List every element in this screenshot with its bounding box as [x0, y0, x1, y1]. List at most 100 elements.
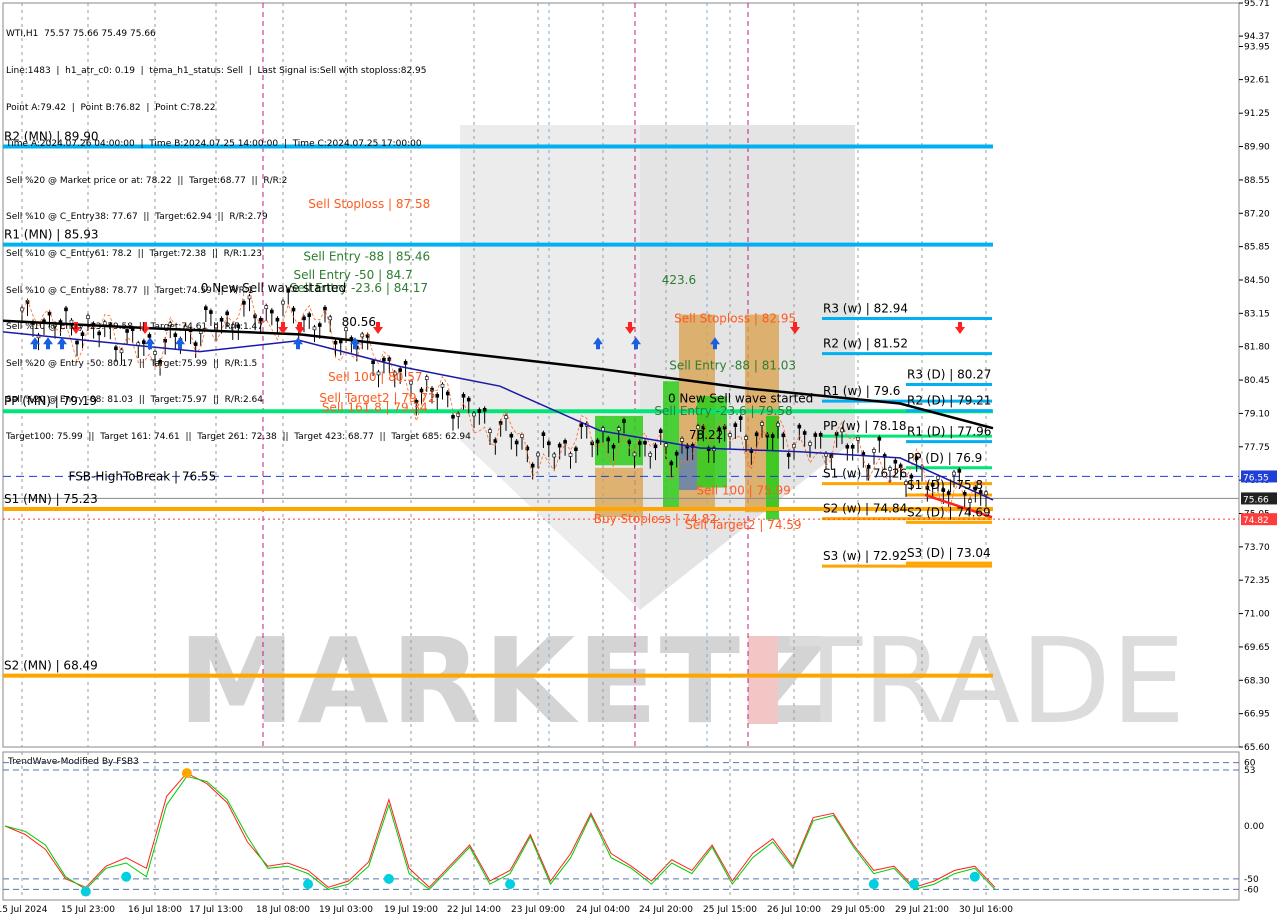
x-tick-label: 25 Jul 15:00 [703, 905, 757, 915]
candle-body [770, 434, 775, 438]
level-label: R2 (D) | 79.21 [907, 394, 991, 408]
x-tick-label: 29 Jul 21:00 [895, 905, 949, 915]
candle-body [574, 447, 578, 452]
x-tick-label: 26 Jul 10:00 [767, 905, 821, 915]
osc-signal-dot [383, 873, 394, 884]
y-tick-label: 81.80 [1244, 343, 1270, 353]
candle-body [616, 427, 621, 431]
candle-body [627, 440, 632, 445]
price-chart[interactable]: MARKETZTRADE R2 (MN) | 89.90 R1 (MN) | 85… [0, 0, 1280, 920]
candle-body [547, 441, 551, 446]
candle-body [424, 376, 429, 380]
y-tick-label: 91.25 [1244, 109, 1270, 119]
y-tick-label: 68.30 [1244, 676, 1270, 686]
y-tick-label: 87.20 [1244, 209, 1270, 219]
chart-annotation: Sell Entry -88 | 85.46 [303, 249, 430, 263]
candle-body [219, 318, 224, 322]
candle-body [333, 340, 338, 345]
osc-signal-dot [505, 879, 516, 890]
candle-body [850, 444, 855, 449]
candle-body [125, 329, 129, 333]
level-label: PP (w) | 78.18 [823, 419, 907, 433]
candle-body [236, 324, 241, 328]
candle-body [477, 409, 482, 413]
candle-body [142, 340, 146, 344]
y-tick-label: 84.50 [1244, 276, 1270, 286]
watermark-bar [748, 636, 778, 724]
osc-y-tick-label: -50 [1244, 875, 1259, 885]
candle-body [64, 307, 68, 312]
x-tick-label: 22 Jul 14:00 [447, 905, 501, 915]
level-label: PP (MN) | 79.19 [4, 394, 97, 408]
level-label: R1 (MN) | 85.93 [4, 228, 99, 242]
x-tick-label: 16 Jul 18:00 [128, 905, 182, 915]
y-tick-label: 93.95 [1244, 42, 1270, 52]
x-tick-label: 23 Jul 09:00 [511, 905, 565, 915]
candle-body [242, 301, 246, 305]
candle-body [658, 429, 663, 434]
candle-body [258, 317, 263, 322]
candle-body [281, 300, 285, 305]
candle-body [382, 357, 386, 362]
osc-signal-dot [121, 871, 132, 882]
y-tick-label: 73.70 [1244, 543, 1270, 553]
y-tick-label: 71.00 [1244, 610, 1270, 620]
level-label: S3 (D) | 73.04 [907, 546, 991, 560]
level-label: S1 (D) | 75.8 [907, 478, 983, 492]
candle-body [611, 444, 616, 449]
candle-body [984, 491, 988, 496]
candle-body [669, 461, 674, 466]
candle-body [728, 433, 732, 437]
candle-body [622, 419, 626, 423]
level-label: R1 (D) | 77.96 [907, 425, 991, 439]
chart-annotation: 423.6 [662, 273, 696, 287]
price-badges: 76.55 75.66 74.82 [1241, 470, 1277, 526]
x-tick-label: 29 Jul 05:00 [831, 905, 885, 915]
candle-body [440, 383, 445, 388]
candle-body [360, 333, 365, 338]
candle-body [114, 346, 118, 351]
candle-body [461, 393, 466, 398]
candle-body [552, 453, 557, 458]
candle-body [760, 422, 764, 426]
candle-body [872, 449, 876, 453]
chart-annotation: Sell Stoploss | 87.58 [308, 197, 430, 211]
chart-window[interactable]: MARKETZ TRADE R2 (MN) | 89.90 R1 (MN) | 85… [0, 0, 1280, 920]
candle-body [957, 469, 962, 473]
level-label: S1 (MN) | 75.23 [4, 492, 98, 506]
candle-body [403, 361, 408, 365]
level-label: S2 (w) | 74.84 [823, 502, 907, 516]
candle-body [86, 315, 90, 319]
candle-body [845, 445, 850, 449]
osc-signal-dot [969, 871, 980, 882]
candle-body [653, 444, 658, 449]
candle-body [797, 424, 802, 429]
candle-body [733, 423, 738, 427]
candle-body [371, 360, 375, 365]
candle-body [595, 439, 600, 444]
candle-body [808, 442, 812, 446]
chart-annotation: Sell Stoploss | 82.95 [674, 311, 796, 325]
x-tick-label: 15 Jul 23:00 [61, 905, 115, 915]
candle-body [893, 459, 898, 464]
chart-annotation: FSB-HighToBreak | 76.55 [69, 469, 217, 483]
candle-body [606, 437, 611, 442]
y-tick-label: 94.37 [1244, 32, 1270, 42]
y-tick-label: 66.95 [1244, 710, 1270, 720]
candle-body [312, 326, 317, 331]
level-label: S3 (w) | 72.92 [823, 549, 907, 563]
candle-body [802, 431, 807, 435]
candle-body [147, 334, 152, 338]
x-tick-label: 30 Jul 16:00 [959, 905, 1013, 915]
level-label: S1 (w) | 76.26 [823, 467, 907, 481]
candle-body [317, 323, 322, 327]
chart-annotation: Sell Entry -88 | 81.03 [669, 359, 796, 373]
chart-annotation: Sell Target2 | 74.59 [685, 518, 801, 532]
candle-body [643, 440, 647, 445]
candle-body [435, 393, 440, 398]
x-tick-label: 24 Jul 04:00 [576, 905, 630, 915]
candle-body [153, 351, 157, 355]
y-tick-label: 72.35 [1244, 576, 1270, 586]
candle-body [514, 440, 519, 445]
level-label: R1 (w) | 79.6 [823, 384, 900, 398]
